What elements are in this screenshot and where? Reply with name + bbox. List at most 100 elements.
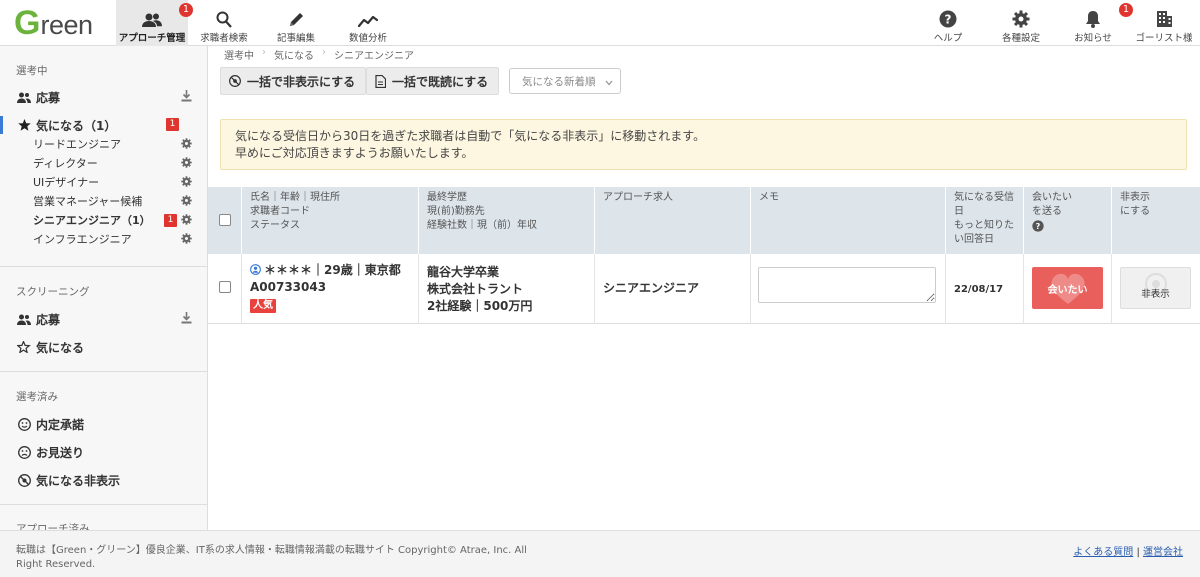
hidden-icon [16,473,32,487]
hide-label: 非表示 [1141,289,1170,300]
sidebar-subitem-director[interactable]: ディレクター [33,154,192,172]
nav-approach-label: アプローチ管理 [118,33,186,44]
nav-settings[interactable]: 各種設定 [988,0,1054,46]
header-line: 経験社数｜現（前）年収 [427,220,537,231]
gear-icon[interactable] [181,138,192,152]
nav-company[interactable]: ゴーリスト様 [1131,0,1197,46]
row-checkbox[interactable] [219,281,231,293]
main-content: 選考中 › 気になる › シニアエンジニア 一括で非表示にする 一括で既読にする 気… [208,46,1200,530]
breadcrumb-item[interactable]: 選考中 [224,47,254,62]
nav-notifications[interactable]: 1 お知らせ [1060,0,1133,46]
users-icon [16,92,32,103]
sidebar-section-screening: スクリーニング [16,286,90,298]
sort-select-value: 気になる新着順 [522,75,596,88]
hide-button[interactable]: 非表示 [1120,267,1191,309]
sidebar-subitem-senior-engineer[interactable]: シニアエンジニア（1） 1 [33,211,192,229]
gear-icon[interactable] [181,214,192,228]
interested-badge: 1 [166,118,179,131]
interested-hidden-label: 気になる非表示 [36,473,121,488]
sort-select[interactable]: 気になる新着順 [509,68,621,94]
header-want-to-meet: 会いたい を送る ? [1032,191,1072,237]
header-line: を送る [1032,206,1062,217]
header-line: い回答日 [954,234,994,245]
sidebar-subitem-sales-manager[interactable]: 営業マネージャー候補 [33,192,192,210]
svg-text:?: ? [945,13,952,27]
green-logo[interactable]: Green [14,6,93,40]
footer: 転職は【Green・グリーン】優良企業、IT系の求人情報・転職情報満載の転職サイ… [0,530,1200,577]
pencil-icon [288,0,304,28]
question-circle-icon[interactable]: ? [1032,220,1072,237]
column-divider [1023,254,1024,324]
nav-notifications-label: お知らせ [1074,33,1112,44]
column-divider [241,187,242,254]
hidden-icon [229,75,241,87]
header-candidate: 氏名｜年齢｜現住所 求職者コード ステータス [250,191,340,233]
footer-separator: | [1133,547,1143,558]
sidebar-subitem-ui-designer[interactable]: UIデザイナー [33,173,192,191]
column-divider [750,254,751,324]
header-line: 最終学歴 [427,192,467,203]
breadcrumb-item[interactable]: 気になる [274,47,314,62]
search-icon [216,0,232,28]
sidebar-subitem-infra-engineer[interactable]: インフラエンジニア [33,230,192,248]
column-divider [594,254,595,324]
bulk-read-button[interactable]: 一括で既読にする [366,67,500,95]
column-divider [1023,187,1024,254]
nav-approach-management[interactable]: 1 アプローチ管理 [116,0,193,46]
memo-textarea[interactable] [758,267,936,303]
sidebar-interested-label: 気になる（1） [36,118,117,133]
building-icon [1155,0,1173,28]
copyright-text: 転職は【Green・グリーン】優良企業、IT系の求人情報・転職情報満載の転職サイ… [16,545,527,570]
sidebar-item-interested-hidden[interactable]: 気になる非表示 [16,470,192,490]
nav-candidate-search[interactable]: 求職者検索 [188,0,260,46]
chevron-right-icon: › [262,47,266,58]
sidebar-divider [0,504,207,505]
table-row: ＊＊＊＊｜29歳｜東京都 A00733043 人気 龍谷大学卒業 株式会社トラン… [208,254,1200,324]
sidebar-subitem-lead-engineer[interactable]: リードエンジニア [33,135,192,153]
download-icon[interactable] [181,312,192,327]
sidebar-item-screening-apply[interactable]: 応募 [16,309,192,329]
bulk-hide-button[interactable]: 一括で非表示にする [220,67,367,95]
company-link[interactable]: 運営会社 [1143,547,1183,558]
subitem-label: 営業マネージャー候補 [33,195,143,208]
faq-link[interactable]: よくある質問 [1073,547,1133,558]
bulk-read-label: 一括で既読にする [392,74,489,89]
nav-analytics[interactable]: 数値分析 [332,0,404,46]
nav-help[interactable]: ? ヘルプ [915,0,981,46]
column-divider [1111,187,1112,254]
want-to-meet-button[interactable]: 会いたい [1032,267,1103,309]
candidate-cell: ＊＊＊＊｜29歳｜東京都 A00733043 人気 [250,262,401,313]
download-icon[interactable] [181,90,192,105]
gear-icon[interactable] [181,176,192,190]
nav-article-edit[interactable]: 記事編集 [260,0,332,46]
select-all-checkbox[interactable] [219,214,231,226]
gear-icon[interactable] [181,157,192,171]
sidebar: 選考中 応募 気になる（1） 1 リードエンジニア ディレクター UIデザイナー… [0,46,208,530]
header-line: 非表示 [1120,192,1150,203]
subitem-label: リードエンジニア [33,138,121,151]
sidebar-apply-label: 応募 [36,90,61,105]
notice-banner: 気になる受信日から30日を過ぎた求職者は自動で「気になる非表示」に移動されます。… [220,119,1187,170]
candidate-name-line[interactable]: ＊＊＊＊｜29歳｜東京都 [250,262,401,279]
gear-icon[interactable] [181,233,192,247]
column-divider [945,187,946,254]
sidebar-divider [0,266,207,267]
sidebar-item-screening-interested[interactable]: 気になる [16,337,192,357]
column-divider [1111,254,1112,324]
subitem-label: シニアエンジニア（1） [33,214,151,227]
senior-engineer-badge: 1 [164,214,177,227]
header-line: 気になる受信 [954,192,1014,203]
sidebar-item-apply[interactable]: 応募 [16,87,192,107]
declined-label: お見送り [36,445,85,460]
nav-article-label: 記事編集 [276,33,315,44]
sidebar-item-interested[interactable]: 気になる（1） 1 [16,115,192,135]
header-line: もっと知りた [954,220,1014,231]
logo-initial: G [14,4,41,42]
header-line: 現(前)勤務先 [427,206,485,217]
breadcrumb: 選考中 › 気になる › シニアエンジニア [224,47,414,62]
sidebar-divider [0,371,207,372]
want-to-meet-label: 会いたい [1047,284,1088,296]
sidebar-item-offer-accepted[interactable]: 内定承諾 [16,414,192,434]
gear-icon[interactable] [181,195,192,209]
sidebar-item-declined[interactable]: お見送り [16,442,192,462]
